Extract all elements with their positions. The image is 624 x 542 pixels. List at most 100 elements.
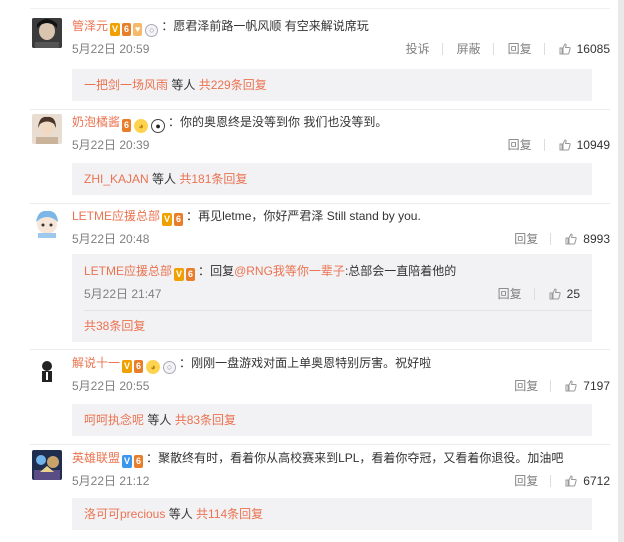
comment-header: 奶泡橘酱 6 ◕ ● ：你的奥恩终是没等到你 我们也没等到。 (72, 115, 388, 133)
thumbs-up-icon (549, 288, 561, 300)
divider (441, 43, 443, 55)
timestamp: 5月22日 20:39 (72, 138, 150, 152)
timestamp: 5月22日 20:59 (72, 42, 150, 56)
reply-button[interactable]: 回复 (514, 379, 538, 393)
top-divider (30, 0, 610, 9)
comment-text: 聚散终有时，看着你从高校赛来到LPL，看着你夺冠，又看着你退役。加油吧 (158, 451, 564, 465)
divider (492, 43, 494, 55)
avatar[interactable] (32, 18, 62, 48)
timestamp: 5月22日 21:47 (84, 287, 162, 301)
divider (550, 233, 552, 245)
reply-button[interactable]: 回复 (508, 42, 532, 56)
username[interactable]: 解说十一 (72, 356, 120, 370)
heart-gift-icon: ♥ (133, 23, 143, 36)
comment-item: LETME应援总部 V 6 ：再见letme，你好严君泽 Still stand by… (30, 208, 610, 248)
like-button[interactable]: 7197 (565, 379, 610, 393)
verified-icon: V (162, 213, 173, 226)
reply-user-link[interactable]: 洛可可precious (84, 507, 165, 521)
verified-icon: V (122, 360, 133, 373)
reply-count-link[interactable]: 共83条回复 (175, 413, 236, 427)
username[interactable]: LETME应援总部 (72, 209, 160, 223)
more-replies-link[interactable]: 共38条回复 (84, 317, 145, 334)
reply-button[interactable]: 回复 (514, 474, 538, 488)
avatar[interactable] (32, 450, 62, 480)
sub-reply-box: LETME应援总部 V 6 ：回复@RNG我等你一辈子:总部会一直陪着他的 5月22日… (72, 254, 592, 342)
comment-text: 刚刚一盘游戏对面上单奥恩特别厉害。祝好啦 (191, 356, 432, 370)
avatar[interactable] (32, 355, 62, 385)
divider (543, 139, 545, 151)
thumbs-up-icon (559, 139, 571, 151)
reply-count-link[interactable]: 共181条回复 (179, 172, 247, 186)
like-count: 25 (566, 287, 580, 301)
timestamp: 5月22日 20:55 (72, 379, 150, 393)
like-button[interactable]: 25 (549, 287, 580, 301)
verified-icon: V (110, 23, 121, 36)
reply-user-link[interactable]: ZHI_KAJAN (84, 172, 149, 186)
reply-summary[interactable]: 一把剑一场风雨 等人 共229条回复 (72, 69, 592, 101)
timestamp: 5月22日 21:12 (72, 474, 150, 488)
comment-header: 解说十一 V 6 ◕ ○ ：刚刚一盘游戏对面上单奥恩特别厉害。祝好啦 (72, 356, 432, 374)
thumbs-up-icon (565, 475, 577, 487)
thumbs-up-icon (565, 380, 577, 392)
comment-actions: 回复 10949 (494, 136, 610, 153)
username[interactable]: 奶泡橘酱 (72, 115, 120, 129)
divider (30, 444, 610, 445)
divider (550, 475, 552, 487)
comment-text: 你的奥恩终是没等到你 我们也没等到。 (180, 115, 388, 129)
thumbs-up-icon (565, 233, 577, 245)
comment-text: 再见letme，你好严君泽 Still stand by you. (198, 209, 421, 223)
username[interactable]: LETME应援总部 (84, 264, 172, 278)
sub-reply-text: :总部会一直陪着他的 (344, 264, 457, 278)
like-button[interactable]: 10949 (559, 138, 610, 152)
comment-header: 英雄联盟 V 6 ：聚散终有时，看着你从高校赛来到LPL，看着你夺冠，又看着你退役。加… (72, 451, 564, 468)
divider (533, 288, 535, 300)
comment-actions: 投诉 屏蔽 回复 16085 (392, 40, 610, 57)
reply-button[interactable]: 回复 (498, 287, 522, 301)
divider (30, 109, 610, 110)
like-count: 8993 (583, 232, 610, 246)
avatar[interactable] (32, 114, 62, 144)
reply-user-link[interactable]: 呵呵执念呢 (84, 413, 144, 427)
reply-summary[interactable]: ZHI_KAJAN 等人 共181条回复 (72, 163, 592, 195)
vip-icon: 6 (134, 455, 144, 468)
comment-item: 解说十一 V 6 ◕ ○ ：刚刚一盘游戏对面上单奥恩特别厉害。祝好啦 5月22日 20:5… (30, 355, 610, 395)
divider (30, 349, 610, 350)
reply-user-link[interactable]: 一把剑一场风雨 (84, 78, 168, 92)
reply-count-link[interactable]: 共229条回复 (199, 78, 267, 92)
report-button[interactable]: 投诉 (406, 42, 430, 56)
reply-summary[interactable]: 洛可可precious 等人 共114条回复 (72, 498, 592, 530)
comment-header: LETME应援总部 V 6 ：再见letme，你好严君泽 Still stand by… (72, 209, 421, 226)
block-button[interactable]: 屏蔽 (457, 42, 481, 56)
like-button[interactable]: 8993 (565, 232, 610, 246)
sub-reply-header: LETME应援总部 V 6 ：回复@RNG我等你一辈子:总部会一直陪着他的 (84, 264, 457, 281)
reply-button[interactable]: 回复 (514, 232, 538, 246)
vip-icon: 6 (186, 268, 196, 281)
comment-actions: 回复 7197 (500, 377, 610, 394)
like-count: 6712 (583, 474, 610, 488)
vip-icon: 6 (174, 213, 184, 226)
duck-emoji-icon: ◕ (134, 119, 149, 133)
reply-button[interactable]: 回复 (508, 138, 532, 152)
comment-actions: 回复 6712 (500, 472, 610, 489)
like-button[interactable]: 16085 (559, 42, 610, 56)
mention-link[interactable]: @RNG我等你一辈子 (234, 264, 345, 278)
scrollbar[interactable] (618, 0, 624, 542)
verified-icon: V (122, 455, 133, 468)
username[interactable]: 英雄联盟 (72, 451, 120, 465)
like-count: 10949 (576, 138, 610, 152)
divider (543, 43, 545, 55)
reply-summary[interactable]: 呵呵执念呢 等人 共83条回复 (72, 404, 592, 436)
like-count: 7197 (583, 379, 610, 393)
verified-icon: V (174, 268, 185, 281)
duck-emoji-icon: ◕ (146, 360, 161, 374)
divider (84, 310, 592, 311)
username[interactable]: 管泽元 (72, 19, 108, 33)
like-count: 16085 (576, 42, 610, 56)
comment-header: 管泽元 V 6 ♥ ○ ：愿君泽前路一帆风顺 有空来解说席玩 (72, 19, 369, 37)
timestamp: 5月22日 20:48 (72, 232, 150, 246)
avatar[interactable] (32, 208, 62, 238)
vip-icon: 6 (122, 119, 132, 132)
like-button[interactable]: 6712 (565, 474, 610, 488)
comment-text: 愿君泽前路一帆风顺 有空来解说席玩 (173, 19, 369, 33)
reply-count-link[interactable]: 共114条回复 (196, 507, 263, 521)
